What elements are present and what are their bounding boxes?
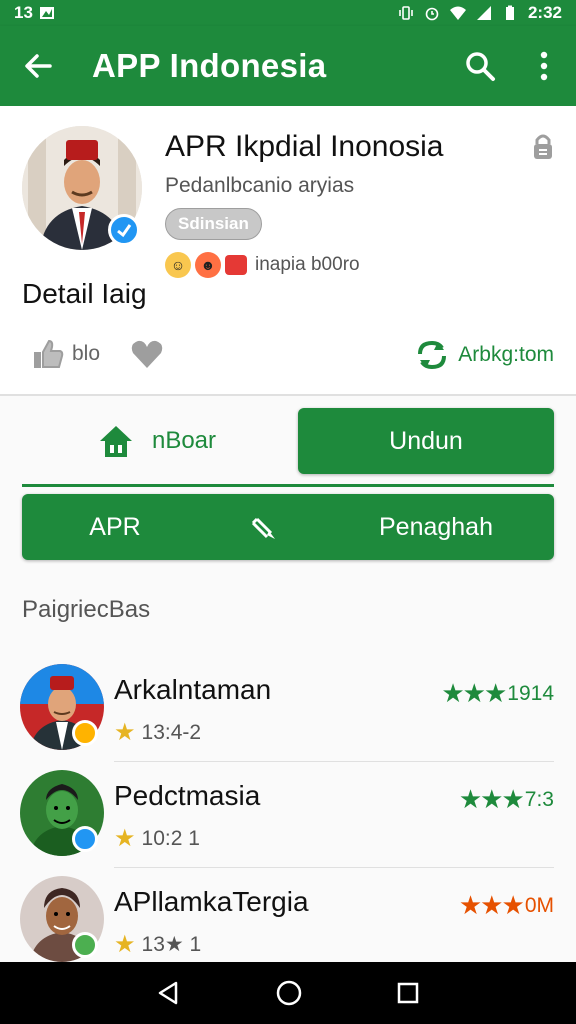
rating-stars-icon: ★★★	[441, 678, 507, 708]
section-title: PaigriecBas	[22, 596, 151, 623]
battery-icon	[505, 5, 514, 20]
list-item-rating: ★★★ 1914	[441, 678, 554, 709]
emoji-face-icon: ☺	[165, 252, 191, 278]
app-bar-title: APP Indonesia	[92, 47, 327, 84]
home-icon	[99, 426, 132, 457]
status-time: 2:32	[527, 3, 562, 22]
verified-badge-icon	[72, 720, 98, 746]
reaction-row: ☺ ☻ inapia b00ro	[165, 252, 360, 278]
rating-text: 1914	[507, 681, 554, 705]
alarm-icon	[425, 7, 439, 21]
verified-badge-icon	[72, 826, 98, 852]
nav-recents-icon[interactable]	[396, 981, 420, 1005]
list-item-name: Arkalntaman	[114, 674, 272, 705]
heart-icon[interactable]	[130, 338, 164, 370]
more-options-button[interactable]	[512, 26, 576, 106]
rating-text: 0M	[524, 893, 554, 917]
nav-back-icon[interactable]	[156, 980, 182, 1006]
app-name: APR Ikpdial Inonosia	[165, 130, 444, 163]
reaction-text: inapia b00ro	[255, 254, 360, 275]
lock-icon	[534, 134, 552, 159]
action-buttons: nBoar Undun	[22, 408, 554, 474]
star-icon: ★	[114, 825, 136, 852]
pencil-icon	[251, 517, 275, 539]
rating-stars-icon: ★★★	[458, 890, 525, 920]
secondary-action-bar: APR Penaghah	[22, 494, 554, 560]
list-item-rating: ★★★ 0M	[459, 890, 554, 921]
list-item-sub: ★ 10:2 1	[114, 824, 200, 853]
rating-text: 7:3	[524, 787, 554, 811]
list-item-name: Pedctmasia	[114, 780, 261, 811]
thumbs-up-icon	[34, 339, 64, 368]
search-button[interactable]	[448, 26, 512, 106]
refresh-icon	[418, 340, 447, 370]
list-item[interactable]: Arkalntaman ★ 13:4-2 ★★★ 1914	[0, 656, 576, 762]
edit-button[interactable]	[208, 513, 318, 541]
back-button[interactable]	[0, 26, 76, 106]
app-bar: APP Indonesia	[0, 26, 576, 106]
home-button-label: nBoar	[151, 427, 217, 454]
emoji-badge-icon	[225, 255, 247, 275]
apr-button[interactable]: APR	[22, 513, 208, 542]
nav-home-icon[interactable]	[275, 979, 303, 1007]
like-button[interactable]: blo	[32, 338, 164, 370]
more-vert-icon	[540, 51, 548, 81]
home-button[interactable]: nBoar	[22, 408, 292, 474]
list-item-sub: ★ 13:4-2	[114, 718, 201, 747]
search-icon	[466, 52, 495, 81]
rating-stars-icon: ★★★	[458, 784, 525, 814]
list-item-sub: ★ 13★ 1	[114, 930, 201, 959]
signal-icon	[476, 6, 491, 20]
emoji-devil-icon: ☻	[195, 252, 221, 278]
like-count: blo	[72, 342, 101, 365]
wifi-icon	[449, 6, 466, 20]
update-label: Arbkg:tom	[458, 343, 554, 366]
penaghah-button[interactable]: Penaghah	[318, 513, 554, 542]
detail-label: Detail Iaig	[22, 278, 147, 309]
vibrate-icon	[399, 6, 413, 20]
list-item-rating: ★★★ 7:3	[459, 784, 554, 815]
status-bar: 13 2:32	[0, 0, 576, 26]
system-nav-bar	[0, 962, 576, 1024]
install-button[interactable]: Undun	[298, 408, 554, 474]
update-button[interactable]: Arbkg:tom	[414, 338, 554, 372]
star-icon: ★	[114, 931, 136, 958]
app-list: Arkalntaman ★ 13:4-2 ★★★ 1914 Pedctmasia…	[0, 656, 576, 974]
back-arrow-icon	[25, 54, 52, 78]
verified-badge-icon	[72, 932, 98, 958]
app-developer: Pedanlbcanio aryias	[165, 174, 355, 197]
verified-badge-icon	[108, 214, 140, 246]
list-item[interactable]: Pedctmasia ★ 10:2 1 ★★★ 7:3	[0, 762, 576, 868]
category-chip[interactable]: Sdinsian	[165, 208, 262, 240]
list-item-sub-text: 13★ 1	[141, 933, 202, 956]
list-item-sub-text: 10:2 1	[141, 826, 200, 850]
list-item-name: APllamkaTergia	[114, 886, 309, 917]
list-item[interactable]: APllamkaTergia ★ 13★ 1 ★★★ 0M	[0, 868, 576, 974]
list-item-sub-text: 13:4-2	[141, 720, 202, 744]
status-time-left: 13	[14, 3, 33, 22]
gallery-notification-icon	[39, 7, 54, 19]
star-icon: ★	[114, 719, 136, 746]
green-divider	[22, 484, 554, 487]
app-detail-header: APR Ikpdial Inonosia Pedanlbcanio aryias…	[0, 106, 576, 396]
